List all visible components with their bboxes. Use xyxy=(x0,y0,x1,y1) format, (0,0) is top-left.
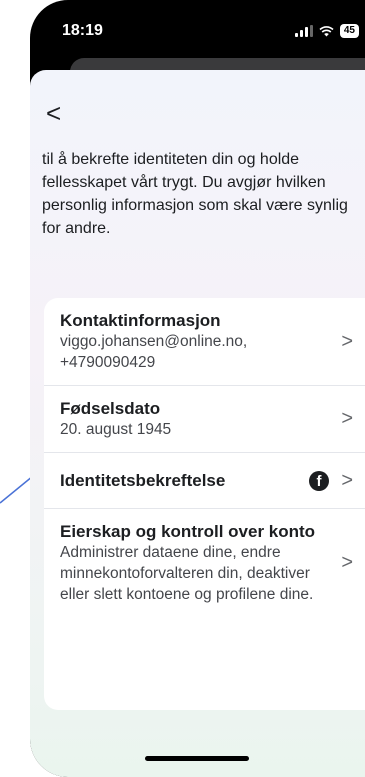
row-subtitle: 20. august 1945 xyxy=(60,421,172,438)
battery-icon: 45 xyxy=(339,24,359,38)
signal-icon xyxy=(294,25,313,37)
chevron-right-icon: > xyxy=(341,407,353,430)
wifi-icon xyxy=(319,25,334,36)
chevron-right-icon: > xyxy=(341,469,353,491)
chevron-right-icon: > xyxy=(341,551,353,574)
row-title: Identitetsbekreftelse xyxy=(60,471,226,490)
row-subtitle: Administrer dataene dine, endre minnekon… xyxy=(60,544,314,603)
facebook-icon: f xyxy=(309,470,329,491)
back-button[interactable]: < xyxy=(46,100,61,126)
row-title: Kontaktinformasjon xyxy=(60,311,221,330)
status-time: 18:19 xyxy=(62,22,103,39)
intro-text: til å bekrefte identiteten din og holde … xyxy=(42,151,348,237)
account-ownership-row[interactable]: Eierskap og kontroll over konto Administ… xyxy=(44,508,365,617)
settings-card: Kontaktinformasjon viggo.johansen@online… xyxy=(44,298,365,710)
chevron-right-icon: > xyxy=(341,330,353,352)
identity-confirmation-row[interactable]: Identitetsbekreftelse f > xyxy=(44,452,365,508)
row-subtitle: viggo.johansen@online.no, +4790090429 xyxy=(60,333,248,371)
status-bar: 18:19 45 xyxy=(30,0,365,64)
row-title: Eierskap og kontroll over konto xyxy=(60,522,316,541)
phone-screen: 18:19 45 < til å bekrefte identiteten di… xyxy=(30,0,365,777)
home-indicator[interactable] xyxy=(145,756,249,761)
status-icons: 45 xyxy=(294,24,359,38)
row-title: Fødselsdato xyxy=(60,399,161,418)
contact-info-row[interactable]: Kontaktinformasjon viggo.johansen@online… xyxy=(44,298,365,385)
birthdate-row[interactable]: Fødselsdato 20. august 1945 > xyxy=(44,385,365,452)
settings-sheet: < til å bekrefte identiteten din og hold… xyxy=(30,70,365,777)
